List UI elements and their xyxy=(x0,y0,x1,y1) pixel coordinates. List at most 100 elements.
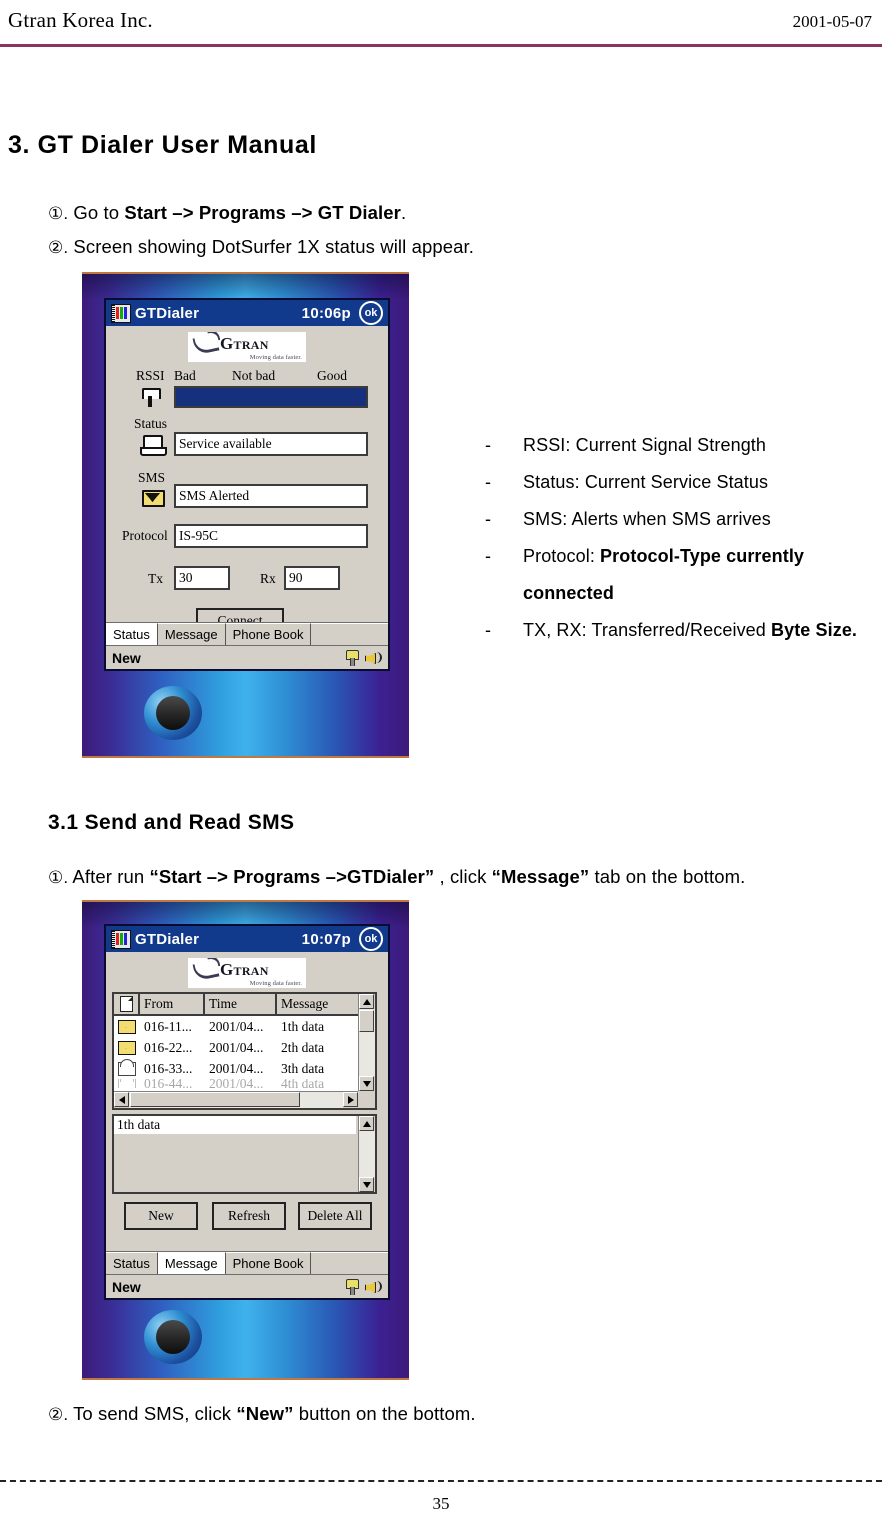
tab-status[interactable]: Status xyxy=(106,623,158,645)
preview-vertical-scrollbar[interactable] xyxy=(358,1116,375,1192)
refresh-button[interactable]: Refresh xyxy=(212,1202,286,1230)
row-message: 3th data xyxy=(281,1060,325,1076)
chevron-left-icon xyxy=(118,1095,125,1104)
pda-tab-strip: Status Message Phone Book xyxy=(106,1251,388,1274)
list-item: - SMS: Alerts when SMS arrives xyxy=(485,501,882,538)
pda-client-area: GTRAN Moving data faster. From Time Mess… xyxy=(106,952,388,1230)
bullet-dash: - xyxy=(485,435,492,455)
new-button[interactable]: New xyxy=(124,1202,198,1230)
bullet-dash: - xyxy=(485,472,492,492)
step-number: ②. xyxy=(48,238,69,257)
cmdbar-new-button[interactable]: New xyxy=(112,650,141,666)
list-item: - RSSI: Current Signal Strength xyxy=(485,427,882,464)
scroll-right-button[interactable] xyxy=(343,1092,358,1107)
gtran-logo-text: GTRAN xyxy=(220,334,269,353)
protocol-label: Protocol xyxy=(122,528,168,543)
scroll-down-button[interactable] xyxy=(359,1177,374,1192)
step-text-bold: “New” xyxy=(236,1403,294,1424)
row-from: 016-33... xyxy=(144,1060,193,1076)
protocol-value-field[interactable]: IS-95C xyxy=(174,524,368,548)
grid-col-from[interactable]: From xyxy=(140,994,205,1014)
protocol-row: Protocol IS-95C xyxy=(112,522,382,562)
table-row[interactable]: 016-33... 2001/04... 3th data xyxy=(114,1058,375,1079)
row-message: 4th data xyxy=(281,1079,325,1088)
grid-col-message[interactable]: Message xyxy=(277,994,362,1014)
speaker-icon[interactable] xyxy=(365,1279,382,1294)
bullet-text: Status: Current Service Status xyxy=(523,472,769,492)
bullet-dash: - xyxy=(485,546,492,566)
tab-message[interactable]: Message xyxy=(157,623,226,645)
bullet-text-bold: Byte Size. xyxy=(771,620,858,640)
tab-message[interactable]: Message xyxy=(157,1252,226,1274)
message-preview-area[interactable]: 1th data xyxy=(112,1114,377,1194)
status-label: Status xyxy=(134,416,168,431)
unread-envelope-icon xyxy=(118,1019,136,1034)
pda-title-bar: GTDialer 10:07p ok xyxy=(106,926,388,952)
row-status-icon xyxy=(114,1019,140,1034)
document-page: Gtran Korea Inc. 2001-05-07 3. GT Dialer… xyxy=(0,0,882,1540)
step-text-pre: Go to xyxy=(73,202,125,223)
scroll-up-button[interactable] xyxy=(359,994,374,1009)
status-value-field[interactable]: Service available xyxy=(174,432,368,456)
scroll-down-button[interactable] xyxy=(359,1076,374,1091)
gtran-logo: GTRAN Moving data faster. xyxy=(188,958,306,988)
message-list-grid[interactable]: From Time Message 016-11... 2001/04... 1… xyxy=(112,992,377,1110)
device-hardware-button[interactable] xyxy=(144,1310,202,1364)
cmdbar-icons xyxy=(344,1278,382,1295)
rx-value-field[interactable]: 90 xyxy=(284,566,340,590)
scroll-up-button[interactable] xyxy=(359,1116,374,1131)
row-time: 2001/04... xyxy=(209,1079,264,1088)
status-row: Status Service available xyxy=(112,416,382,464)
gtran-logo-text-rest: TRAN xyxy=(233,338,269,352)
tx-value-field[interactable]: 30 xyxy=(174,566,230,590)
tab-phone-book[interactable]: Phone Book xyxy=(225,1252,312,1274)
table-row[interactable]: 016-11... 2001/04... 1th data xyxy=(114,1016,375,1037)
row-message: 2th data xyxy=(281,1039,325,1055)
grid-col-time[interactable]: Time xyxy=(205,994,277,1014)
row-message: 1th data xyxy=(281,1018,325,1034)
sms-value-field[interactable]: SMS Alerted xyxy=(174,484,368,508)
step-item: ②. To send SMS, click “New” button on th… xyxy=(48,1403,476,1425)
device-hardware-button[interactable] xyxy=(144,686,202,740)
table-row-partial[interactable]: 016-44... 2001/04... 4th data xyxy=(114,1079,375,1088)
read-envelope-icon xyxy=(118,1079,136,1088)
table-row[interactable]: 016-22... 2001/04... 2th data xyxy=(114,1037,375,1058)
gtran-logo-text: GTRAN xyxy=(220,960,269,979)
gtran-swoosh-icon xyxy=(192,959,220,982)
scrollbar-corner xyxy=(358,1091,375,1108)
ok-button[interactable]: ok xyxy=(359,301,383,325)
speaker-icon[interactable] xyxy=(365,650,382,665)
rx-label: Rx xyxy=(260,571,276,586)
pda-app-title: GTDialer xyxy=(135,304,200,322)
pda-screen-message: GTDialer 10:07p ok GTRAN Moving data fas… xyxy=(104,924,390,1300)
step-text-bold: “Start –> Programs –>GTDialer” xyxy=(149,866,435,887)
rssi-row: RSSI Bad Not bad Good xyxy=(112,366,382,412)
row-time: 2001/04... xyxy=(209,1039,264,1055)
scroll-thumb-vertical[interactable] xyxy=(359,1010,374,1032)
gtdialer-app-icon xyxy=(111,929,131,949)
cmdbar-new-button[interactable]: New xyxy=(112,1279,141,1295)
ok-button[interactable]: ok xyxy=(359,927,383,951)
footer-rule xyxy=(0,1480,882,1482)
chevron-down-icon xyxy=(362,1080,371,1087)
row-time: 2001/04... xyxy=(209,1018,264,1034)
power-plug-icon xyxy=(344,1278,359,1295)
power-plug-icon xyxy=(344,649,359,666)
scroll-left-button[interactable] xyxy=(114,1092,129,1107)
tab-phone-book[interactable]: Phone Book xyxy=(225,623,312,645)
grid-horizontal-scrollbar[interactable] xyxy=(114,1091,358,1108)
scroll-thumb-horizontal[interactable] xyxy=(130,1092,300,1107)
list-item: - TX, RX: Transferred/Received Byte Size… xyxy=(485,612,882,649)
subsection-title: 3.1 Send and Read SMS xyxy=(48,811,295,834)
list-item: - Protocol: Protocol-Type currently conn… xyxy=(485,538,882,612)
row-from: 016-11... xyxy=(144,1018,192,1034)
tab-status[interactable]: Status xyxy=(106,1252,158,1274)
gtdialer-app-icon xyxy=(111,303,131,323)
pda-app-title: GTDialer xyxy=(135,930,200,948)
step-text-bold-2: “Message” xyxy=(491,866,590,887)
cmdbar-icons xyxy=(344,649,382,666)
pda-screen-status: GTDialer 10:06p ok GTRAN Moving data fas… xyxy=(104,298,390,671)
delete-all-button[interactable]: Delete All xyxy=(298,1202,372,1230)
unread-envelope-icon xyxy=(118,1040,136,1055)
grid-vertical-scrollbar[interactable] xyxy=(358,994,375,1091)
